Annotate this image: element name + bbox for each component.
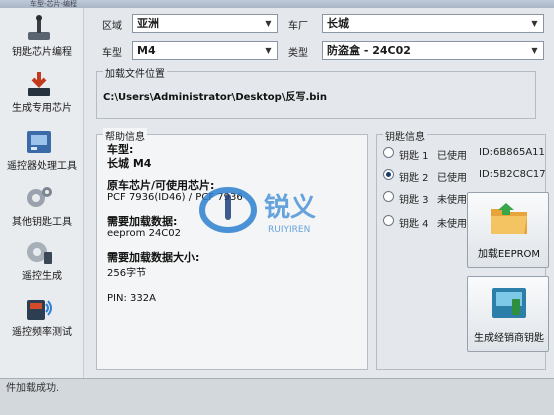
sidebar-item-key-programming[interactable]: 钥匙芯片编程: [0, 12, 84, 64]
sidebar-item-label: 其他钥匙工具: [12, 217, 72, 228]
download-chip-icon: [28, 72, 50, 96]
file-location-group: 加载文件位置 C:\Users\Administrator\Desktop\反写…: [96, 65, 536, 119]
key-status: 未使用: [437, 195, 467, 206]
key-name: 钥匙 4: [399, 219, 429, 230]
chevron-down-icon: ▼: [531, 46, 538, 55]
type-select[interactable]: 防盗盒 - 24C02 ▼: [322, 41, 544, 60]
key-name: 钥匙 3: [399, 195, 429, 206]
sidebar-item-label: 钥匙芯片编程: [12, 47, 72, 58]
gear-remote-icon: [27, 242, 52, 264]
key-status: 已使用: [437, 173, 467, 184]
load-eeprom-label: 加载EEPROM: [477, 249, 541, 260]
region-value: 亚洲: [137, 17, 159, 30]
generate-dealer-key-label: 生成经销商钥匙: [474, 333, 544, 344]
sidebar-item-other-key-tools[interactable]: 其他钥匙工具: [0, 182, 84, 234]
programming-tool-icon: [28, 15, 50, 40]
sidebar-item-label: 生成专用芯片: [12, 103, 72, 114]
file-path: C:\Users\Administrator\Desktop\反写.bin: [103, 92, 327, 103]
gears-icon: [27, 187, 52, 207]
model-label: 车型: [102, 48, 122, 59]
region-label: 区域: [102, 21, 122, 32]
key-row[interactable]: 钥匙 1 已使用 ID:6B865A11: [383, 145, 545, 162]
file-location-title: 加载文件位置: [103, 65, 167, 80]
help-pin: PIN: 332A: [107, 293, 156, 304]
chevron-down-icon: ▼: [265, 19, 272, 28]
chevron-down-icon: ▼: [265, 46, 272, 55]
type-label: 类型: [288, 48, 308, 59]
key-4-radio[interactable]: [383, 215, 394, 226]
sidebar-item-remote-generate[interactable]: 遥控生成: [0, 236, 84, 288]
help-chip-value: PCF 7936(ID46) / PCF 7936: [107, 192, 243, 203]
dealer-key-icon: [492, 288, 526, 318]
model-select[interactable]: M4 ▼: [132, 41, 278, 60]
status-bar: 件加载成功.: [0, 378, 554, 415]
key-name: 钥匙 2: [399, 173, 429, 184]
chevron-down-icon: ▼: [531, 19, 538, 28]
key-id: ID:5B2C8C17: [479, 169, 546, 180]
region-select[interactable]: 亚洲 ▼: [132, 14, 278, 33]
window-title: 车型-芯片-编程: [30, 0, 78, 8]
key-1-radio[interactable]: [383, 147, 394, 158]
key-2-radio[interactable]: [383, 169, 394, 180]
key-name: 钥匙 1: [399, 151, 429, 162]
help-data-heading: 需要加载数据:: [107, 215, 178, 228]
help-size-value: 256字节: [107, 268, 147, 279]
generate-dealer-key-button[interactable]: 生成经销商钥匙: [467, 276, 549, 352]
help-size-heading: 需要加载数据大小:: [107, 251, 200, 264]
help-model-value: 长城 M4: [107, 157, 152, 170]
folder-icon: [491, 203, 527, 234]
brand-select[interactable]: 长城 ▼: [322, 14, 544, 33]
frequency-test-icon: [27, 300, 52, 320]
remote-tool-icon: [27, 131, 51, 153]
sidebar-item-label: 遥控频率测试: [12, 327, 72, 338]
sidebar-item-remote-tool[interactable]: 遥控器处理工具: [0, 126, 84, 178]
type-value: 防盗盒 - 24C02: [327, 44, 411, 57]
key-row[interactable]: 钥匙 2 已使用 ID:5B2C8C17: [383, 167, 546, 184]
sidebar-item-label: 遥控器处理工具: [7, 161, 77, 172]
help-chip-heading: 原车芯片/可使用芯片:: [107, 179, 215, 192]
key-3-radio[interactable]: [383, 191, 394, 202]
key-status: 未使用: [437, 219, 467, 230]
sidebar-item-label: 遥控生成: [22, 271, 62, 282]
help-data-value: eeprom 24C02: [107, 228, 182, 239]
status-text: 件加载成功.: [6, 383, 60, 394]
sidebar-item-generate-chip[interactable]: 生成专用芯片: [0, 68, 84, 120]
brand-label: 车厂: [288, 21, 308, 32]
brand-value: 长城: [327, 17, 349, 30]
sidebar: 钥匙芯片编程 生成专用芯片 遥控器处理工具 其他钥匙工具 遥控生成 遥控频率测试: [0, 8, 84, 378]
window-title-bar: 车型-芯片-编程: [0, 0, 554, 8]
load-eeprom-button[interactable]: 加载EEPROM: [467, 192, 549, 268]
key-id: ID:6B865A11: [479, 147, 545, 158]
key-status: 已使用: [437, 151, 467, 162]
sidebar-item-frequency-test[interactable]: 遥控频率测试: [0, 292, 84, 344]
help-info-group: 帮助信息 车型: 长城 M4 原车芯片/可使用芯片: PCF 7936(ID46…: [96, 128, 368, 370]
key-info-title: 钥匙信息: [383, 128, 427, 143]
model-value: M4: [137, 44, 156, 57]
